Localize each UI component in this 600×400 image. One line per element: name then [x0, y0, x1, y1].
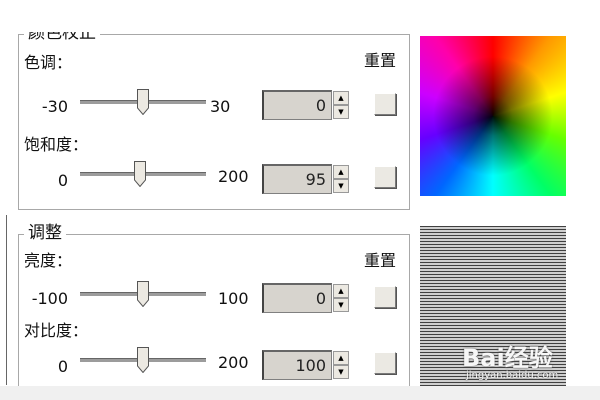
saturation-label: 饱和度：: [24, 135, 89, 154]
color-preview-image: [420, 36, 566, 196]
contrast-min-label: 0: [57, 357, 68, 376]
bottom-strip: [0, 386, 600, 400]
watermark-main-text: Bai经验: [462, 344, 553, 372]
brightness-min-label: -100: [31, 289, 68, 308]
adjust-reset-label: 重置: [364, 251, 397, 270]
hue-increment-icon[interactable]: ▲: [333, 91, 349, 105]
contrast-reset-button[interactable]: [374, 352, 396, 374]
saturation-slider-thumb[interactable]: [134, 161, 146, 187]
hue-reset-button[interactable]: [374, 93, 396, 115]
saturation-max-label: 200: [218, 167, 249, 186]
hue-max-label: 30: [210, 97, 231, 116]
saturation-value-input[interactable]: 95: [262, 164, 332, 194]
hue-min-label: -30: [41, 97, 68, 116]
brightness-increment-icon[interactable]: ▲: [333, 284, 349, 298]
hue-label: 色调：: [24, 53, 73, 72]
brightness-label: 亮度：: [24, 251, 73, 270]
contrast-spinbox[interactable]: 100 ▲ ▼: [262, 350, 352, 380]
saturation-increment-icon[interactable]: ▲: [333, 165, 349, 179]
saturation-decrement-icon[interactable]: ▼: [333, 179, 349, 193]
hue-slider[interactable]: [80, 89, 206, 115]
watermark-sub-text: jingyan.baidu.com: [466, 370, 559, 381]
adjust-title: 调整: [24, 224, 66, 242]
contrast-label: 对比度：: [24, 321, 89, 340]
saturation-slider[interactable]: [80, 161, 206, 187]
contrast-slider[interactable]: [80, 347, 206, 373]
contrast-value-input[interactable]: 100: [262, 350, 332, 380]
brightness-max-label: 100: [218, 289, 249, 308]
hue-slider-thumb[interactable]: [137, 89, 149, 115]
hue-decrement-icon[interactable]: ▼: [333, 105, 349, 119]
brightness-value-input[interactable]: 0: [262, 283, 332, 313]
color-correction-title: 颜色校正: [24, 32, 100, 42]
brightness-reset-button[interactable]: [374, 286, 396, 308]
contrast-decrement-icon[interactable]: ▼: [333, 365, 349, 379]
brightness-spinbox[interactable]: 0 ▲ ▼: [262, 283, 352, 313]
baidu-watermark: Bai经验 jingyan.baidu.com: [418, 336, 588, 388]
contrast-increment-icon[interactable]: ▲: [333, 351, 349, 365]
brightness-decrement-icon[interactable]: ▼: [333, 298, 349, 312]
brightness-slider[interactable]: [80, 281, 206, 307]
saturation-reset-button[interactable]: [374, 166, 396, 188]
hue-spinbox[interactable]: 0 ▲ ▼: [262, 90, 352, 120]
hue-value-input[interactable]: 0: [262, 90, 332, 120]
contrast-slider-thumb[interactable]: [137, 347, 149, 373]
color-reset-label: 重置: [364, 51, 397, 70]
brightness-slider-thumb[interactable]: [137, 281, 149, 307]
contrast-max-label: 200: [218, 353, 249, 372]
panel-left-edge: [0, 215, 7, 385]
saturation-spinbox[interactable]: 95 ▲ ▼: [262, 164, 352, 194]
saturation-min-label: 0: [57, 171, 68, 190]
